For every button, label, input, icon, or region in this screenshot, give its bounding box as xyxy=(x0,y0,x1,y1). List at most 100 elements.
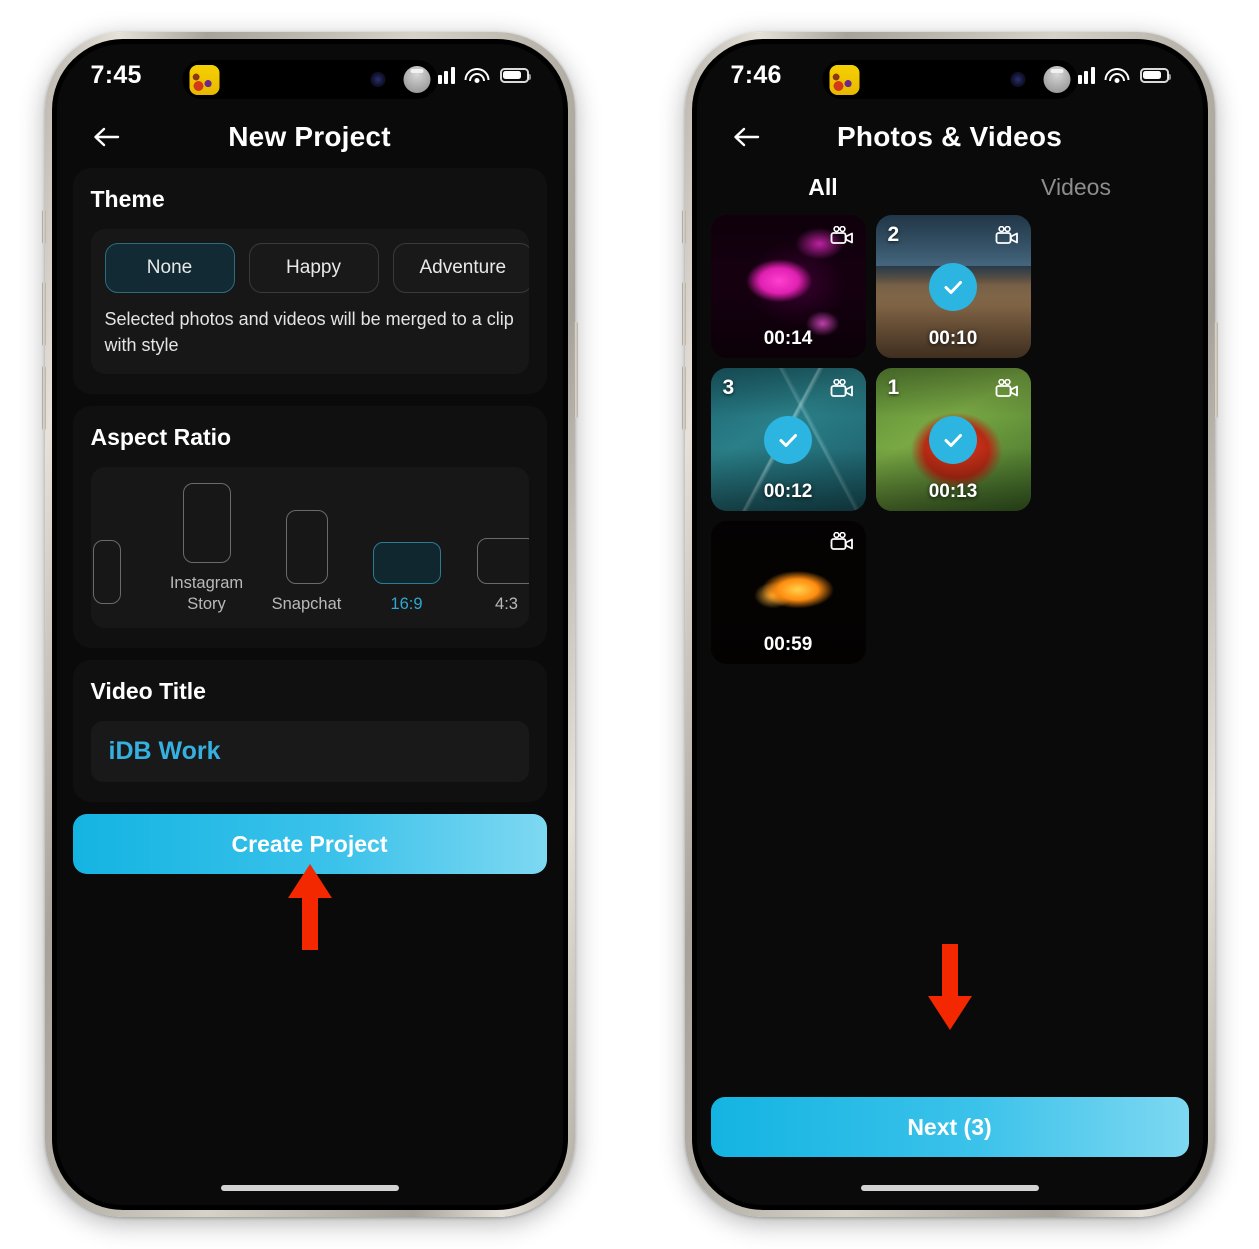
aspect-shape-4-3 xyxy=(476,537,529,584)
dynamic-island-right xyxy=(822,60,1077,99)
media-item-4[interactable]: 1 00:13 xyxy=(875,368,1031,511)
page-title-right: Photos & Videos xyxy=(837,121,1062,152)
video-camera-icon xyxy=(829,225,855,246)
theme-options-box: None Happy Adventure Selected photos and… xyxy=(90,229,529,375)
new-project-form: Theme None Happy Adventure Selected phot… xyxy=(57,168,563,875)
phone-left: 7:45 New Project Theme None Happy Advent… xyxy=(41,32,578,1217)
aspect-ratio-item-16-9[interactable]: 16:9 xyxy=(357,541,457,615)
selected-check-icon-4 xyxy=(929,415,977,464)
aspect-ratio-item-instagram-story[interactable]: Instagram Story xyxy=(157,483,257,614)
power-button-right[interactable] xyxy=(1213,322,1218,418)
aspect-label-instagram-story: Instagram Story xyxy=(169,574,244,613)
aspect-label-16-9: 16:9 xyxy=(390,594,423,613)
next-button[interactable]: Next (3) xyxy=(710,1097,1189,1157)
screenshot-root: 7:45 New Project Theme None Happy Advent… xyxy=(0,0,1259,1249)
volume-down-button[interactable] xyxy=(41,366,46,430)
phone-left-bezel: 7:45 New Project Theme None Happy Advent… xyxy=(51,39,568,1210)
theme-description: Selected photos and videos will be merge… xyxy=(104,309,514,355)
nav-bar: New Project xyxy=(57,106,563,168)
volume-up-button[interactable] xyxy=(41,282,46,346)
media-duration-3: 00:12 xyxy=(763,481,813,502)
video-camera-icon xyxy=(994,378,1020,399)
video-title-input[interactable]: iDB Work xyxy=(90,721,529,783)
aspect-shape-16-9 xyxy=(372,541,441,584)
video-title-section-title: Video Title xyxy=(90,678,206,705)
island-sensors xyxy=(370,66,430,93)
aspect-shape-tiktok xyxy=(92,540,121,605)
tab-all[interactable]: All xyxy=(697,174,950,201)
phone-right-bezel: 7:46 Photos & Videos All Videos 00:14 2 … xyxy=(691,39,1208,1210)
aspect-label-snapchat: Snapchat xyxy=(271,594,342,613)
back-button-right[interactable] xyxy=(727,117,767,157)
theme-chip-adventure[interactable]: Adventure xyxy=(392,243,529,293)
aspect-ratio-item-4-3[interactable]: 4:3 xyxy=(457,537,529,615)
home-indicator[interactable] xyxy=(220,1185,399,1191)
aspect-ratio-row: Instagram Story Snapchat 16:9 4:3 xyxy=(91,483,529,614)
wifi-icon-right xyxy=(1104,67,1130,84)
bottom-action-bar: Next (3) xyxy=(697,1097,1203,1157)
status-indicators-right xyxy=(1071,66,1171,84)
theme-section-title: Theme xyxy=(90,186,165,212)
volume-up-button-right[interactable] xyxy=(681,282,686,346)
volume-down-button-right[interactable] xyxy=(681,366,686,430)
media-item-2[interactable]: 2 00:10 xyxy=(875,215,1031,358)
silent-switch-right[interactable] xyxy=(681,210,686,244)
aspect-ratio-item-snapchat[interactable]: Snapchat xyxy=(257,509,357,615)
aspect-shape-snapchat xyxy=(285,509,328,584)
selected-check-icon-3 xyxy=(764,415,812,464)
selection-order-4: 1 xyxy=(887,376,900,399)
media-duration-5: 00:59 xyxy=(763,634,813,655)
nav-bar-right: Photos & Videos xyxy=(697,106,1203,168)
media-grid: 00:14 2 00:10 3 00:12 1 00:13 00:59 xyxy=(697,215,1203,664)
aspect-ratio-card: Aspect Ratio Instagram Story Snapchat 16… xyxy=(72,406,547,649)
phone-left-screen: 7:45 New Project Theme None Happy Advent… xyxy=(56,44,563,1205)
face-id-sensor-icon xyxy=(370,72,385,87)
front-camera-icon-right xyxy=(1043,66,1070,93)
media-duration-2: 00:10 xyxy=(928,328,978,349)
tab-videos[interactable]: Videos xyxy=(950,174,1203,201)
battery-icon-right xyxy=(1139,67,1171,83)
media-duration-4: 00:13 xyxy=(928,481,978,502)
front-camera-icon xyxy=(403,66,430,93)
phone-right-screen: 7:46 Photos & Videos All Videos 00:14 2 … xyxy=(696,44,1203,1205)
battery-icon xyxy=(499,67,531,83)
media-item-1[interactable]: 00:14 xyxy=(710,215,866,358)
arrow-down-annotation xyxy=(924,942,976,1032)
media-item-3[interactable]: 3 00:12 xyxy=(710,368,866,511)
island-app-icon-right xyxy=(829,64,859,95)
status-bar-right: 7:46 xyxy=(697,44,1203,106)
aspect-label-4-3: 4:3 xyxy=(495,594,518,613)
back-button[interactable] xyxy=(87,117,127,157)
island-sensors-right xyxy=(1010,66,1070,93)
aspect-ratio-item-tiktok[interactable] xyxy=(91,540,157,614)
media-duration-1: 00:14 xyxy=(763,328,813,349)
theme-chip-none[interactable]: None xyxy=(104,243,235,293)
theme-chip-row: None Happy Adventure xyxy=(104,243,529,293)
video-camera-icon xyxy=(994,225,1020,246)
wifi-icon xyxy=(464,67,490,84)
selected-check-icon-2 xyxy=(929,262,977,311)
aspect-ratio-options-box: Instagram Story Snapchat 16:9 4:3 xyxy=(90,467,529,629)
silent-switch[interactable] xyxy=(41,210,46,244)
selection-order-2: 2 xyxy=(887,223,900,246)
arrow-up-annotation xyxy=(284,862,336,952)
video-camera-icon xyxy=(829,378,855,399)
island-app-icon xyxy=(189,64,219,95)
aspect-ratio-section-title: Aspect Ratio xyxy=(90,424,232,451)
video-camera-icon xyxy=(829,531,855,552)
aspect-shape-instagram-story xyxy=(182,483,231,564)
theme-chip-happy[interactable]: Happy xyxy=(248,243,379,293)
dynamic-island xyxy=(182,60,437,99)
media-filter-tabs: All Videos xyxy=(697,168,1203,215)
status-bar: 7:45 xyxy=(57,44,563,106)
theme-card: Theme None Happy Adventure Selected phot… xyxy=(72,168,547,395)
video-title-card: Video Title iDB Work xyxy=(72,660,547,803)
page-title: New Project xyxy=(228,121,391,152)
phone-right: 7:46 Photos & Videos All Videos 00:14 2 … xyxy=(681,32,1218,1217)
home-indicator-right[interactable] xyxy=(860,1185,1039,1191)
media-item-5[interactable]: 00:59 xyxy=(710,521,866,664)
selection-order-3: 3 xyxy=(722,376,735,399)
face-id-sensor-icon-right xyxy=(1010,72,1025,87)
status-indicators xyxy=(431,66,531,84)
power-button[interactable] xyxy=(573,322,578,418)
